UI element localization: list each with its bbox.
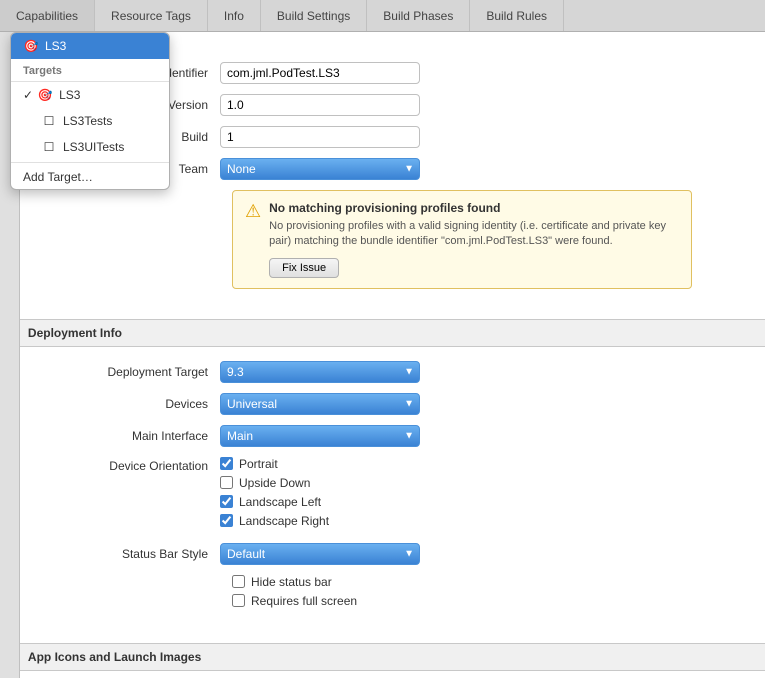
status-bar-style-select-wrapper: Default ▼ bbox=[220, 543, 420, 565]
ls3uitests-icon: ☐ bbox=[41, 139, 57, 155]
hide-status-bar-label: Hide status bar bbox=[251, 575, 332, 589]
deployment-target-row: Deployment Target 9.3 ▼ bbox=[40, 361, 725, 383]
checkmark-ls3: ✓ bbox=[23, 88, 33, 102]
hide-status-bar-checkbox[interactable] bbox=[232, 575, 245, 588]
landscape-right-row: Landscape Right bbox=[220, 514, 329, 528]
main-interface-select[interactable]: Main bbox=[220, 425, 420, 447]
tab-capabilities[interactable]: Capabilities bbox=[0, 0, 95, 31]
dropdown-item-ls3uitests[interactable]: ☐ LS3UITests bbox=[11, 134, 169, 160]
deployment-target-label: Deployment Target bbox=[40, 365, 220, 379]
requires-full-screen-label: Requires full screen bbox=[251, 594, 357, 608]
requires-full-screen-checkbox[interactable] bbox=[232, 594, 245, 607]
ls3tests-icon: ☐ bbox=[41, 113, 57, 129]
ls3-icon: 🎯 bbox=[23, 38, 39, 54]
tab-resource-tags[interactable]: Resource Tags bbox=[95, 0, 208, 31]
version-input[interactable] bbox=[220, 94, 420, 116]
warning-box: ⚠ No matching provisioning profiles foun… bbox=[232, 190, 692, 289]
warning-icon: ⚠ bbox=[245, 201, 261, 222]
warning-text: No provisioning profiles with a valid si… bbox=[269, 219, 679, 250]
landscape-left-row: Landscape Left bbox=[220, 495, 329, 509]
upside-down-checkbox[interactable] bbox=[220, 476, 233, 489]
deployment-info-title: Deployment Info bbox=[28, 326, 122, 340]
hide-status-bar-row: Hide status bar bbox=[232, 575, 725, 589]
upside-down-row: Upside Down bbox=[220, 476, 329, 490]
devices-select[interactable]: Universal bbox=[220, 393, 420, 415]
team-select[interactable]: None bbox=[220, 158, 420, 180]
dropdown-item-ls3-checked[interactable]: ✓ 🎯 LS3 bbox=[11, 82, 169, 108]
tab-bar: Capabilities Resource Tags Info Build Se… bbox=[0, 0, 765, 32]
status-bar-style-label: Status Bar Style bbox=[40, 547, 220, 561]
landscape-left-checkbox[interactable] bbox=[220, 495, 233, 508]
landscape-left-label: Landscape Left bbox=[239, 495, 321, 509]
warning-content: No matching provisioning profiles found … bbox=[269, 201, 679, 278]
status-bar-style-select[interactable]: Default bbox=[220, 543, 420, 565]
device-orientation-label: Device Orientation bbox=[40, 457, 220, 473]
fix-issue-button[interactable]: Fix Issue bbox=[269, 258, 339, 278]
bundle-identifier-input[interactable] bbox=[220, 62, 420, 84]
main-interface-row: Main Interface Main ▼ bbox=[40, 425, 725, 447]
upside-down-label: Upside Down bbox=[239, 476, 310, 490]
portrait-row: Portrait bbox=[220, 457, 329, 471]
requires-full-screen-row: Requires full screen bbox=[232, 594, 725, 608]
deployment-target-select-wrapper: 9.3 ▼ bbox=[220, 361, 420, 383]
tab-info[interactable]: Info bbox=[208, 0, 261, 31]
team-select-wrapper: None ▼ bbox=[220, 158, 420, 180]
dropdown-divider bbox=[11, 162, 169, 163]
deployment-info-form: Deployment Target 9.3 ▼ Devices Universa… bbox=[0, 361, 765, 633]
status-bar-checkboxes: Hide status bar Requires full screen bbox=[232, 575, 725, 608]
app-icons-title: App Icons and Launch Images bbox=[28, 650, 201, 664]
main-content: 🎯 LS3 Targets ✓ 🎯 LS3 ☐ LS3Tests ☐ LS3UI… bbox=[0, 32, 765, 678]
portrait-label: Portrait bbox=[239, 457, 278, 471]
warning-title: No matching provisioning profiles found bbox=[269, 201, 679, 215]
portrait-checkbox[interactable] bbox=[220, 457, 233, 470]
landscape-right-checkbox[interactable] bbox=[220, 514, 233, 527]
dropdown-item-ls3tests[interactable]: ☐ LS3Tests bbox=[11, 108, 169, 134]
devices-label: Devices bbox=[40, 397, 220, 411]
devices-row: Devices Universal ▼ bbox=[40, 393, 725, 415]
deployment-info-section-header[interactable]: ▼ Deployment Info bbox=[0, 319, 765, 347]
add-target-item[interactable]: Add Target… bbox=[11, 165, 169, 189]
tab-build-settings[interactable]: Build Settings bbox=[261, 0, 367, 31]
dropdown-section-label: Targets bbox=[11, 59, 169, 82]
main-interface-label: Main Interface bbox=[40, 429, 220, 443]
status-bar-style-row: Status Bar Style Default ▼ bbox=[40, 543, 725, 565]
tab-build-rules[interactable]: Build Rules bbox=[470, 0, 564, 31]
device-orientation-row: Device Orientation Portrait Upside Down … bbox=[40, 457, 725, 533]
main-interface-select-wrapper: Main ▼ bbox=[220, 425, 420, 447]
landscape-right-label: Landscape Right bbox=[239, 514, 329, 528]
deployment-target-select[interactable]: 9.3 bbox=[220, 361, 420, 383]
orientation-checkboxes: Portrait Upside Down Landscape Left Land… bbox=[220, 457, 329, 533]
target-dropdown-menu: 🎯 LS3 Targets ✓ 🎯 LS3 ☐ LS3Tests ☐ LS3UI… bbox=[10, 32, 170, 190]
dropdown-item-ls3[interactable]: 🎯 LS3 bbox=[11, 33, 169, 59]
tab-build-phases[interactable]: Build Phases bbox=[367, 0, 470, 31]
devices-select-wrapper: Universal ▼ bbox=[220, 393, 420, 415]
ls3-target-icon: 🎯 bbox=[37, 87, 53, 103]
app-icons-section-header[interactable]: ▼ App Icons and Launch Images bbox=[0, 643, 765, 671]
build-input[interactable] bbox=[220, 126, 420, 148]
